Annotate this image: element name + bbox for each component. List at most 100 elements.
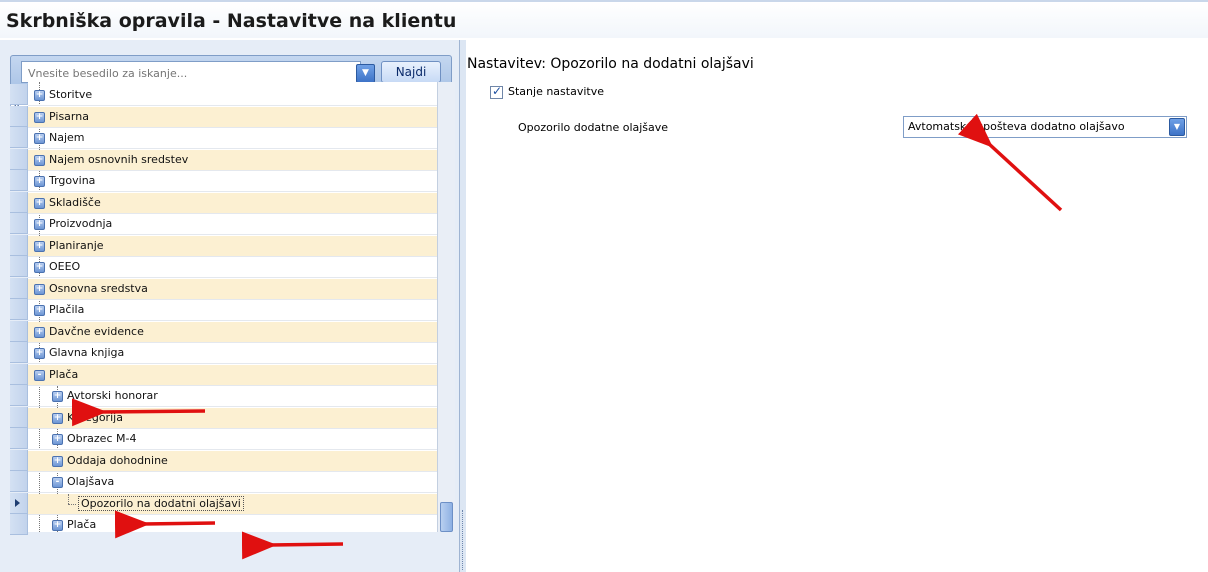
tree-item-label: Opozorilo na dodatni olajšavi xyxy=(78,495,244,511)
setting-select-value: Avtomatsko upošteva dodatno olajšavo xyxy=(908,120,1125,133)
tree-item[interactable]: + Trgovina xyxy=(28,171,437,192)
row-header-column xyxy=(10,82,28,535)
row-header[interactable] xyxy=(10,363,28,385)
row-header[interactable] xyxy=(10,385,28,406)
setting-select-button[interactable]: ▼ xyxy=(1169,118,1185,136)
collapse-icon[interactable]: - xyxy=(34,369,45,381)
expand-icon[interactable]: + xyxy=(52,520,63,531)
tree-item-label: Avtorski honorar xyxy=(67,389,158,402)
find-button[interactable]: Najdi xyxy=(381,61,441,83)
splitter-grip[interactable] xyxy=(462,510,465,570)
tree-item[interactable]: + Davčne evidence xyxy=(28,321,437,343)
tree-item[interactable]: + Pisarna xyxy=(28,106,437,128)
expand-icon[interactable]: + xyxy=(52,412,63,424)
expand-icon[interactable]: + xyxy=(34,197,45,209)
row-header[interactable] xyxy=(10,148,28,170)
row-header[interactable] xyxy=(10,170,28,191)
tree-item-label: Plača xyxy=(67,518,97,531)
title-bar: Skrbniška opravila - Nastavitve na klien… xyxy=(0,0,1208,38)
setting-state-checkbox[interactable] xyxy=(490,84,503,99)
tree-item[interactable]: + Skladišče xyxy=(28,192,437,214)
setting-label: Opozorilo dodatne olajšave xyxy=(518,121,669,134)
tree-item[interactable]: + Najem osnovnih sredstev xyxy=(28,149,437,171)
tree-item[interactable]: + Plačila xyxy=(28,300,437,321)
tree-item-label: Plačila xyxy=(49,303,85,316)
expand-icon[interactable]: + xyxy=(34,219,45,230)
tree-item-label: Pisarna xyxy=(49,109,89,123)
setting-state-label: Stanje nastavitve xyxy=(508,85,604,98)
expand-icon[interactable]: + xyxy=(34,326,45,338)
tree-item[interactable]: - Olajšava xyxy=(28,472,437,493)
row-header[interactable] xyxy=(10,277,28,299)
tree-item[interactable]: + Oddaja dohodnine xyxy=(28,450,437,472)
expand-icon[interactable]: + xyxy=(34,240,45,252)
expand-icon[interactable]: + xyxy=(34,348,45,359)
tree-item[interactable]: + OEEO xyxy=(28,257,437,278)
tree-item[interactable]: + Planiranje xyxy=(28,235,437,257)
tree-item[interactable]: + Obrazec M-4 xyxy=(28,429,437,450)
expand-icon[interactable]: + xyxy=(52,391,63,402)
row-header[interactable] xyxy=(10,234,28,256)
row-header[interactable] xyxy=(10,428,28,449)
row-header[interactable] xyxy=(10,127,28,148)
search-dropdown-button[interactable]: ▼ xyxy=(356,64,375,83)
chevron-down-icon: ▼ xyxy=(1173,122,1181,131)
row-header[interactable] xyxy=(10,514,28,535)
row-header[interactable] xyxy=(10,320,28,342)
tree-item[interactable]: - Plača xyxy=(28,364,437,386)
scrollbar-thumb[interactable] xyxy=(440,502,453,532)
expand-icon[interactable]: + xyxy=(34,90,45,101)
expand-icon[interactable]: + xyxy=(34,262,45,273)
tree-scrollbar[interactable] xyxy=(437,82,455,532)
row-header[interactable] xyxy=(10,299,28,320)
row-pointer-icon[interactable] xyxy=(10,492,28,514)
settings-tree[interactable]: + Storitve + Pisarna + Najem + Najem osnovnih s… xyxy=(28,82,437,532)
settings-heading: Nastavitev: Opozorilo na dodatni olajšav… xyxy=(467,56,754,72)
expand-icon[interactable]: + xyxy=(34,133,45,144)
row-header[interactable] xyxy=(10,191,28,213)
row-header[interactable] xyxy=(10,105,28,127)
row-header[interactable] xyxy=(10,256,28,277)
tree-item-label: Najem osnovnih sredstev xyxy=(49,152,189,166)
tree-item[interactable]: + Kategorija xyxy=(28,407,437,429)
expand-icon[interactable]: + xyxy=(34,111,45,123)
expand-icon[interactable]: + xyxy=(52,455,63,467)
row-header[interactable] xyxy=(10,471,28,492)
expand-icon[interactable]: + xyxy=(34,176,45,187)
tree-item-label: Kategorija xyxy=(67,410,123,424)
page-title: Skrbniška opravila - Nastavitve na klien… xyxy=(6,10,457,32)
row-header[interactable] xyxy=(10,213,28,234)
tree-item-label: Osnovna sredstva xyxy=(49,281,148,295)
setting-select[interactable]: Avtomatsko upošteva dodatno olajšavo ▼ xyxy=(903,116,1187,138)
expand-icon[interactable]: + xyxy=(34,154,45,166)
tree-item[interactable]: + Najem xyxy=(28,128,437,149)
tree-item[interactable]: + Storitve xyxy=(28,85,437,106)
collapse-icon[interactable]: - xyxy=(52,477,63,488)
row-header[interactable] xyxy=(10,449,28,471)
expand-icon[interactable]: + xyxy=(34,283,45,295)
tree-item-label: Oddaja dohodnine xyxy=(67,453,168,467)
row-header[interactable] xyxy=(10,406,28,428)
tree-item-label: Skladišče xyxy=(49,195,101,209)
expand-icon[interactable]: + xyxy=(34,305,45,316)
tree-item-label: Davčne evidence xyxy=(49,324,144,338)
row-header[interactable] xyxy=(10,342,28,363)
tree-item-label: Proizvodnja xyxy=(49,217,113,230)
tree-item[interactable]: + Osnovna sredstva xyxy=(28,278,437,300)
tree-item[interactable]: Opozorilo na dodatni olajšavi xyxy=(28,493,437,515)
search-input[interactable] xyxy=(21,61,361,83)
tree-item-label: Storitve xyxy=(49,88,93,101)
tree-item[interactable]: + Proizvodnja xyxy=(28,214,437,235)
expand-icon[interactable]: + xyxy=(52,434,63,445)
tree-item[interactable]: + Avtorski honorar xyxy=(28,386,437,407)
tree-item-label: Najem xyxy=(49,131,85,144)
tree-item-label: Trgovina xyxy=(49,174,96,187)
tree-item-label: Plača xyxy=(49,367,79,381)
tree-item-label: Olajšava xyxy=(67,475,115,488)
panel-splitter[interactable] xyxy=(460,40,466,572)
tree-item[interactable]: + Plača xyxy=(28,515,437,532)
tree-item-label: Obrazec M-4 xyxy=(67,432,137,445)
row-header[interactable] xyxy=(10,84,28,105)
tree-item[interactable]: + Glavna knjiga xyxy=(28,343,437,364)
tree-item-label: OEEO xyxy=(49,260,81,273)
